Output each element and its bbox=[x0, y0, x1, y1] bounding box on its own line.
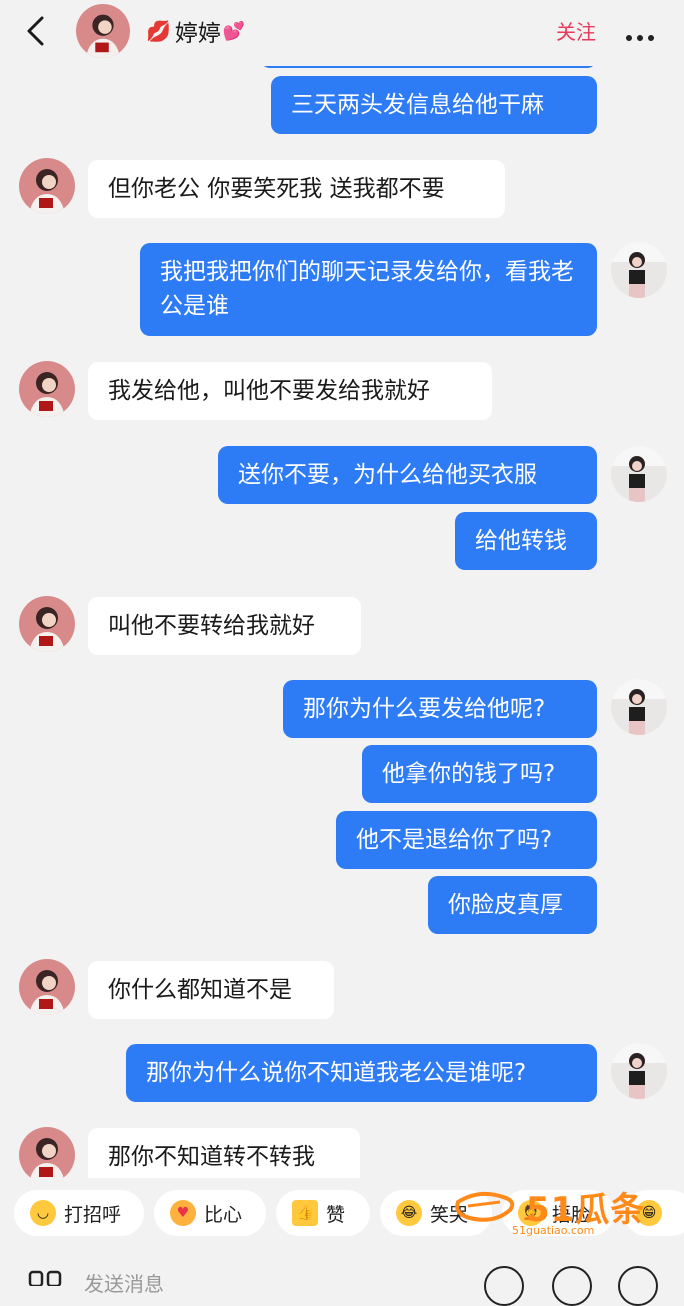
tears-of-joy-emoji-icon: 😂 bbox=[396, 1200, 422, 1226]
quick-reply-finger-heart[interactable]: ♥ 比心 bbox=[154, 1190, 266, 1236]
my-avatar[interactable] bbox=[611, 446, 667, 502]
contact-avatar[interactable] bbox=[19, 596, 75, 652]
message-bubble-theirs[interactable]: 我发给他，叫他不要发给我就好 bbox=[88, 362, 492, 420]
quick-reply-like[interactable]: 👍 赞 bbox=[276, 1190, 370, 1236]
thumbs-up-icon: 👍 bbox=[292, 1200, 318, 1226]
message-bubble-theirs[interactable]: 但你老公 你要笑死我 送我都不要 bbox=[88, 160, 505, 218]
message-bubble-theirs[interactable]: 你什么都知道不是 bbox=[88, 961, 334, 1019]
voice-button[interactable] bbox=[484, 1266, 524, 1306]
message-input-bar: 发送消息 bbox=[0, 1246, 684, 1306]
message-bubble-mine[interactable]: 那你为什么说你不知道我老公是谁呢? bbox=[126, 1044, 597, 1102]
message-bubble-mine[interactable]: 他拿你的钱了吗? bbox=[362, 745, 597, 803]
contact-avatar[interactable] bbox=[19, 959, 75, 1015]
message-input[interactable]: 发送消息 bbox=[84, 1268, 164, 1297]
message-bubble-mine[interactable]: 送你不要，为什么给他买衣服 bbox=[218, 446, 597, 504]
two-hearts-icon: 💕 bbox=[222, 20, 246, 42]
message-list[interactable]: 三天两头发信息给他干麻 但你老公 你要笑死我 送我都不要 我把我把你们的聊天记录… bbox=[0, 0, 684, 1178]
quick-reply-label: 比心 bbox=[204, 1203, 243, 1226]
quick-reply-label: 赞 bbox=[326, 1203, 346, 1226]
back-arrow-icon[interactable] bbox=[22, 14, 50, 48]
contact-name[interactable]: 💋 婷婷 💕 bbox=[146, 14, 245, 48]
my-avatar[interactable] bbox=[611, 679, 667, 735]
message-bubble-mine[interactable]: 我把我把你们的聊天记录发给你，看我老公是谁 bbox=[140, 243, 597, 336]
my-avatar[interactable] bbox=[611, 1043, 667, 1099]
message-bubble-mine[interactable]: 给他转钱 bbox=[455, 512, 597, 570]
contact-avatar[interactable] bbox=[19, 158, 75, 214]
message-bubble-mine[interactable]: 你脸皮真厚 bbox=[428, 876, 597, 934]
follow-button[interactable]: 关注 bbox=[556, 16, 596, 45]
quick-reply-greeting[interactable]: ◡ 打招呼 bbox=[14, 1190, 144, 1236]
message-bubble-mine[interactable]: 那你为什么要发给他呢? bbox=[283, 680, 597, 738]
message-bubble-theirs[interactable]: 那你不知道转不转我 bbox=[88, 1128, 360, 1178]
greeting-emoji-icon: ◡ bbox=[30, 1200, 56, 1226]
finger-heart-emoji-icon: ♥ bbox=[170, 1200, 196, 1226]
voice-mode-icon[interactable] bbox=[28, 1266, 68, 1286]
message-bubble-mine[interactable]: 他不是退给你了吗? bbox=[336, 811, 597, 869]
contact-avatar[interactable] bbox=[19, 1127, 75, 1178]
kiss-lips-icon: 💋 bbox=[146, 19, 171, 43]
message-bubble-mine[interactable]: 三天两头发信息给他干麻 bbox=[271, 76, 597, 134]
header-avatar[interactable] bbox=[76, 4, 130, 58]
emoji-button[interactable] bbox=[552, 1266, 592, 1306]
watermark: 51瓜条 51guatiao.com bbox=[450, 1180, 684, 1240]
my-avatar[interactable] bbox=[611, 242, 667, 298]
watermark-url: 51guatiao.com bbox=[512, 1224, 595, 1237]
watermark-logo-icon bbox=[455, 1191, 515, 1222]
chat-header: 💋 婷婷 💕 关注 bbox=[0, 0, 684, 66]
quick-reply-label: 打招呼 bbox=[64, 1203, 122, 1226]
plus-button[interactable] bbox=[618, 1266, 658, 1306]
contact-avatar[interactable] bbox=[19, 361, 75, 417]
more-options-icon[interactable] bbox=[626, 26, 660, 41]
message-bubble-theirs[interactable]: 叫他不要转给我就好 bbox=[88, 597, 361, 655]
contact-name-text: 婷婷 bbox=[174, 21, 221, 47]
